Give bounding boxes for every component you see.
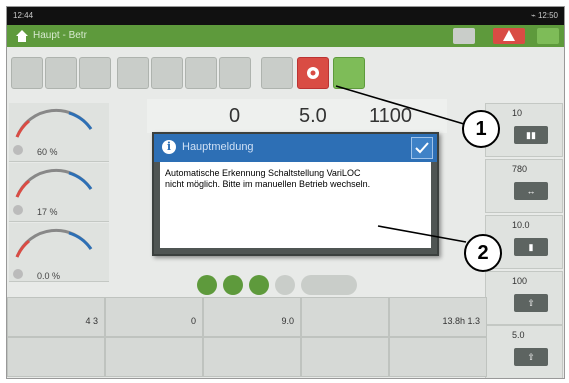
callout-2: 2 xyxy=(464,234,502,272)
callout-1: 1 xyxy=(462,110,500,148)
callout-lines xyxy=(335,85,467,243)
